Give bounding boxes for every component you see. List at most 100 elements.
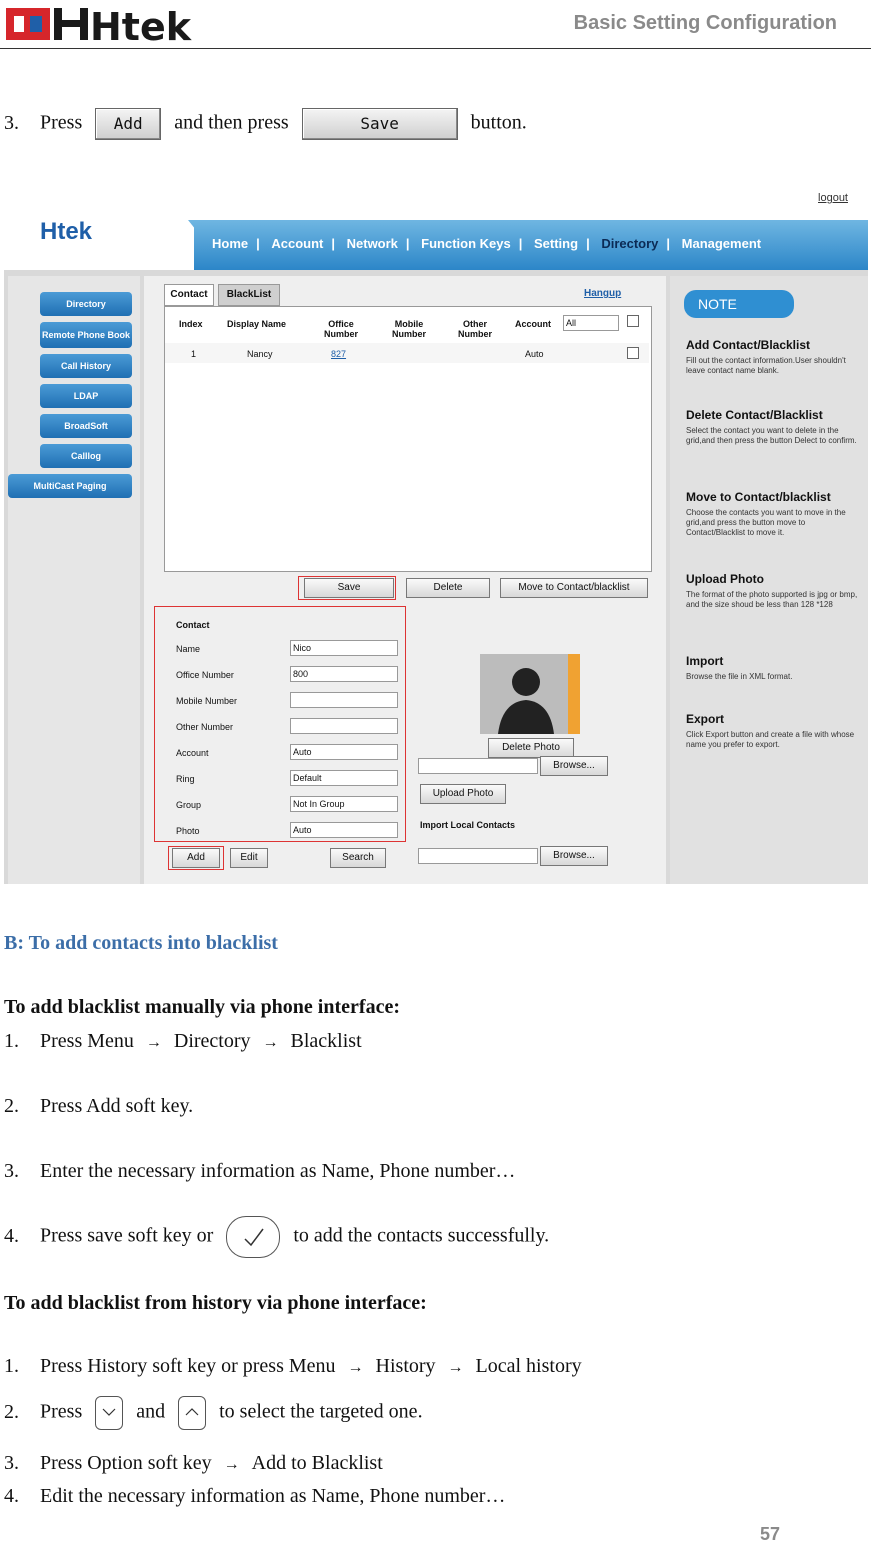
page-number: 57 [759, 1524, 780, 1544]
other-number-input[interactable] [290, 718, 398, 734]
name-input[interactable]: Nico [290, 640, 398, 656]
col-office-number: Office Number [323, 319, 358, 339]
group-select[interactable]: Not In Group [290, 796, 398, 812]
label-name: Name [176, 644, 201, 654]
manual-heading: To add blacklist manually via phone inte… [4, 996, 400, 1018]
step-intro: 3. Press Add and then press Save button. [4, 108, 527, 140]
form-edit-button[interactable]: Edit [230, 848, 268, 868]
ring-select[interactable]: Default [290, 770, 398, 786]
add-button-image: Add [95, 108, 162, 140]
logout-link[interactable]: logout [818, 192, 848, 204]
note-text: The format of the photo supported is jpg… [686, 590, 858, 609]
form-add-button[interactable]: Add [172, 848, 220, 868]
manual-step-4: 4. Press save soft key or to add the cont… [4, 1216, 549, 1258]
row-checkbox[interactable] [627, 347, 639, 359]
nav-function-keys[interactable]: Function Keys [421, 236, 511, 251]
note-heading: Import [686, 654, 724, 668]
history-heading: To add blacklist from history via phone … [4, 1292, 427, 1314]
note-heading: Add Contact/Blacklist [686, 338, 811, 352]
sidebar-item-calllog[interactable]: Calllog [40, 444, 132, 468]
row-name: Nancy [247, 349, 273, 359]
header-divider [0, 48, 871, 49]
note-heading: Delete Contact/Blacklist [686, 408, 823, 422]
sidebar-item-call-history[interactable]: Call History [40, 354, 132, 378]
list-delete-button[interactable]: Delete [406, 578, 490, 598]
note-heading: Upload Photo [686, 572, 764, 586]
arrow-icon: → [262, 1034, 279, 1051]
col-display-name: Display Name [227, 319, 287, 329]
up-key-icon [178, 1396, 207, 1430]
col-index: Index [179, 319, 203, 329]
step-text: button. [470, 111, 527, 134]
office-number-input[interactable]: 800 [290, 666, 398, 682]
web-ui-screenshot: Htek logout Home | Account | Network | Func… [4, 190, 868, 884]
save-button-image: Save [301, 108, 458, 140]
import-local-contacts-label: Import Local Contacts [420, 820, 516, 830]
arrow-icon: → [447, 1359, 464, 1376]
account-select[interactable]: Auto [290, 744, 398, 760]
nav-directory[interactable]: Directory [601, 236, 658, 251]
row-office-number[interactable]: 827 [331, 349, 346, 359]
hangup-link[interactable]: Hangup [584, 288, 621, 299]
photo-select[interactable]: Auto [290, 822, 398, 838]
note-text: Choose the contacts you want to move in … [686, 508, 846, 537]
form-search-button[interactable]: Search [330, 848, 386, 868]
sidebar-item-broadsoft[interactable]: BroadSoft [40, 414, 132, 438]
browse-import-button[interactable]: Browse... [540, 846, 608, 866]
col-account: Account [515, 319, 551, 329]
nav-management[interactable]: Management [682, 236, 761, 251]
label-photo: Photo [176, 826, 200, 836]
mobile-number-input[interactable] [290, 692, 398, 708]
step-text: Press [40, 111, 83, 134]
select-all-checkbox[interactable] [627, 315, 639, 327]
manual-step-1: 1. Press Menu → Directory → Blacklist [4, 1030, 362, 1052]
history-step-4: 4. Edit the necessary information as Name… [4, 1485, 506, 1507]
nav-setting[interactable]: Setting [534, 236, 578, 251]
manual-step-2: 2. Press Add soft key. [4, 1095, 194, 1117]
label-group: Group [176, 800, 202, 810]
list-save-button[interactable]: Save [304, 578, 394, 598]
delete-photo-button[interactable]: Delete Photo [488, 738, 574, 758]
note-heading: Export [686, 712, 725, 726]
note-text: Select the contact you want to delete in… [686, 426, 857, 445]
upload-photo-button[interactable]: Upload Photo [420, 784, 506, 804]
avatar-silhouette-icon [498, 654, 580, 734]
contact-photo [480, 654, 580, 734]
sidebar-item-remote-phone-book[interactable]: Remote Phone Book [40, 322, 132, 348]
import-file-input[interactable] [418, 848, 538, 864]
sidebar-item-ldap[interactable]: LDAP [40, 384, 132, 408]
label-account: Account [176, 748, 209, 758]
tab-contact[interactable]: Contact [164, 284, 214, 306]
step-text: and then press [174, 111, 289, 134]
arrow-icon: → [223, 1456, 240, 1473]
label-ring: Ring [176, 774, 195, 784]
history-step-3: 3. Press Option soft key → Add to Blacklist [4, 1452, 383, 1474]
account-filter-select[interactable]: All [563, 315, 619, 331]
note-panel: NOTE Add Contact/Blacklist Fill out the … [670, 276, 868, 884]
section-b-heading: B: To add contacts into blacklist [4, 932, 278, 954]
move-to-contact-button[interactable]: Move to Contact/blacklist [500, 578, 648, 598]
nav-account[interactable]: Account [271, 236, 323, 251]
nav-home[interactable]: Home [212, 236, 248, 251]
tab-blacklist[interactable]: BlackList [218, 284, 280, 306]
note-heading: Move to Contact/blacklist [686, 490, 831, 504]
note-text: Fill out the contact information.User sh… [686, 356, 846, 375]
table-row[interactable] [165, 343, 649, 363]
col-other-number: Other Number [457, 319, 492, 339]
sidebar-item-directory[interactable]: Directory [40, 292, 132, 316]
screenshot-main: Contact BlackList Hangup Index Display N… [144, 276, 666, 884]
page-title: Basic Setting Configuration [573, 12, 837, 34]
screenshot-sidebar: Directory Remote Phone Book Call History… [8, 276, 140, 884]
nav-network[interactable]: Network [347, 236, 398, 251]
form-title: Contact [176, 620, 210, 630]
browse-photo-button[interactable]: Browse... [540, 756, 608, 776]
arrow-icon: → [145, 1034, 162, 1051]
label-office-number: Office Number [176, 670, 234, 680]
photo-file-input[interactable] [418, 758, 538, 774]
sidebar-item-multicast-paging[interactable]: MultiCast Paging [8, 474, 132, 498]
ok-key-icon [226, 1216, 281, 1258]
note-title: NOTE [684, 290, 794, 318]
manual-step-3: 3. Enter the necessary information as Nam… [4, 1160, 516, 1182]
step-number: 3. [4, 111, 19, 134]
note-text: Browse the file in XML format. [686, 672, 793, 681]
